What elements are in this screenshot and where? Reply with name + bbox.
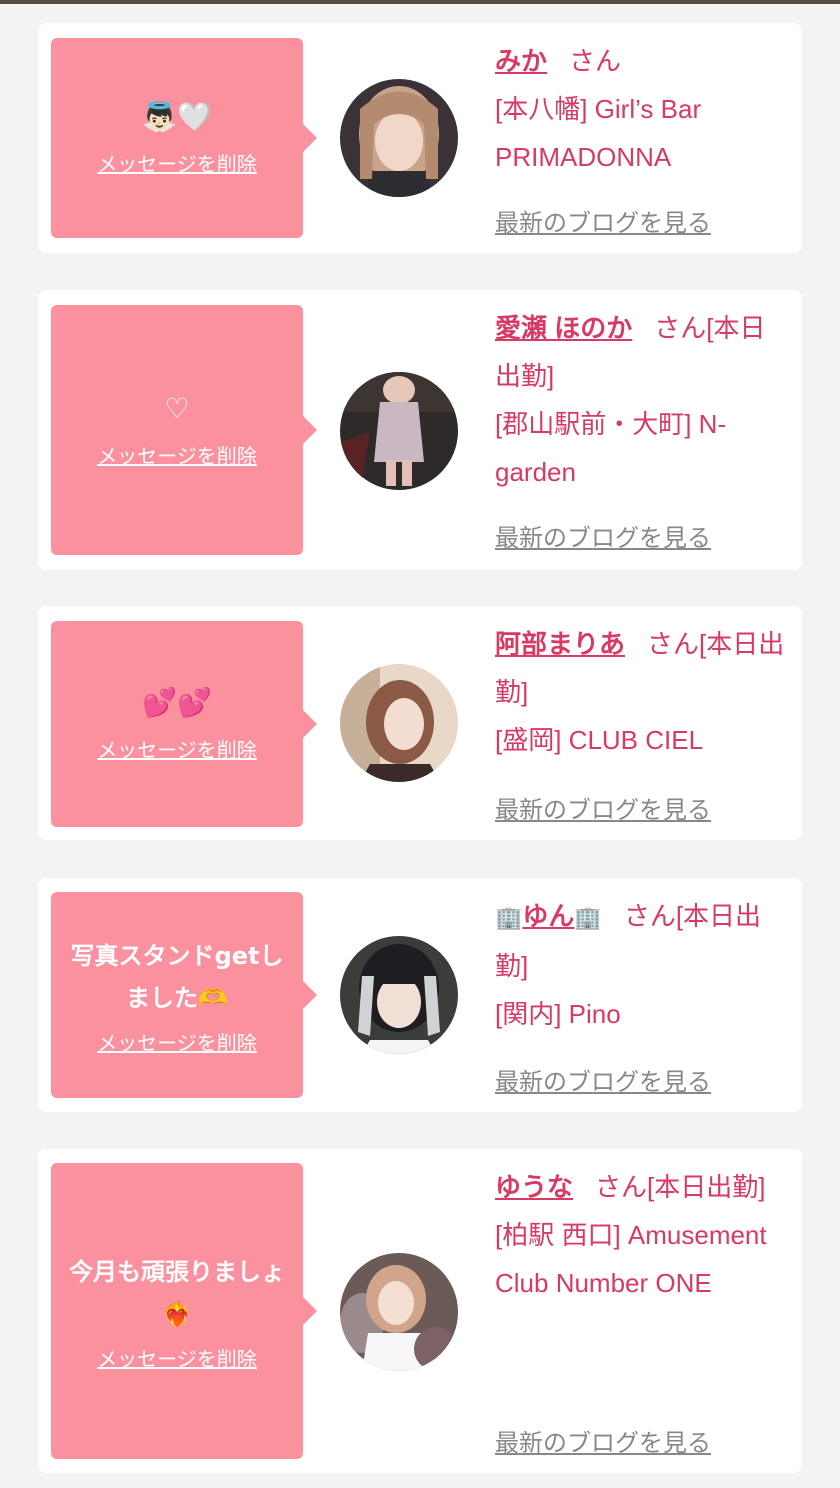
message-text: 今月も頑張りましょ❤️‍🔥: [69, 1257, 285, 1328]
shop-name: [本八幡] Girl’s Bar PRIMADONNA: [495, 94, 702, 172]
message-text: 写真スタンドgetしました🫶: [70, 941, 284, 1012]
building-icon: 🏢: [574, 905, 602, 930]
avatar[interactable]: [340, 936, 458, 1054]
top-divider: [0, 0, 840, 4]
cast-name-link[interactable]: 愛瀬 ほのか: [495, 313, 632, 343]
latest-blog-link[interactable]: 最新のブログを見る: [495, 1062, 711, 1097]
avatar[interactable]: [340, 664, 458, 782]
cast-name-link[interactable]: 阿部まりあ: [495, 629, 625, 659]
shop-name: [関内] Pino: [495, 999, 621, 1029]
message-text: 👼🏻🤍: [142, 99, 212, 133]
shop-name: [郡山駅前・大町] N-garden: [495, 409, 727, 487]
delete-message-link[interactable]: メッセージを削除: [97, 440, 257, 469]
latest-blog-link[interactable]: 最新のブログを見る: [495, 790, 711, 825]
avatar[interactable]: [340, 372, 458, 490]
delete-message-link[interactable]: メッセージを削除: [97, 148, 257, 177]
message-bubble: ♡ メッセージを削除: [51, 305, 317, 555]
delete-message-link[interactable]: メッセージを削除: [97, 1027, 257, 1056]
avatar[interactable]: [340, 1253, 458, 1371]
message-text: ♡: [164, 391, 190, 425]
cast-name-link[interactable]: ゆん: [522, 901, 574, 931]
message-card: 💕💕 メッセージを削除 阿部まりあ さん[本日出勤] [盛岡] CLUB CIEL…: [38, 606, 802, 840]
message-card: 今月も頑張りましょ❤️‍🔥 メッセージを削除 ゆうな さん[本日出勤] [柏駅 西…: [38, 1149, 802, 1473]
cast-name-link[interactable]: みか: [495, 46, 547, 76]
message-text: 💕💕: [142, 685, 212, 719]
latest-blog-link[interactable]: 最新のブログを見る: [495, 518, 711, 553]
cast-info: 🏢ゆん🏢 さん[本日出勤] [関内] Pino: [495, 892, 785, 1038]
cast-name-link[interactable]: ゆうな: [495, 1172, 573, 1202]
shop-name: [柏駅 西口] Amusement Club Number ONE: [495, 1220, 767, 1298]
honorific: さん[本日出勤]: [595, 1172, 766, 1202]
message-bubble: 写真スタンドgetしました🫶 メッセージを削除: [51, 892, 317, 1098]
cast-info: 阿部まりあ さん[本日出勤] [盛岡] CLUB CIEL: [495, 620, 785, 764]
delete-message-link[interactable]: メッセージを削除: [97, 734, 257, 763]
message-bubble: 👼🏻🤍 メッセージを削除: [51, 38, 317, 238]
honorific: さん: [569, 46, 622, 76]
message-bubble: 今月も頑張りましょ❤️‍🔥 メッセージを削除: [51, 1163, 317, 1459]
building-icon: 🏢: [495, 905, 523, 930]
latest-blog-link[interactable]: 最新のブログを見る: [495, 203, 711, 238]
latest-blog-link[interactable]: 最新のブログを見る: [495, 1423, 711, 1458]
avatar[interactable]: [340, 79, 458, 197]
cast-info: ゆうな さん[本日出勤] [柏駅 西口] Amusement Club Numbe…: [495, 1163, 785, 1307]
message-card: ♡ メッセージを削除 愛瀬 ほのか さん[本日出勤] [郡山駅前・大町] N-ga…: [38, 290, 802, 570]
cast-info: 愛瀬 ほのか さん[本日出勤] [郡山駅前・大町] N-garden: [495, 304, 785, 496]
shop-name: [盛岡] CLUB CIEL: [495, 725, 704, 755]
cast-info: みか さん [本八幡] Girl’s Bar PRIMADONNA: [495, 37, 785, 181]
message-card: 👼🏻🤍 メッセージを削除 みか さん [本八幡] Girl’s Bar PRIMA…: [38, 23, 802, 253]
message-card: 写真スタンドgetしました🫶 メッセージを削除 🏢ゆん🏢 さん[本日出勤] [関内…: [38, 878, 802, 1112]
message-bubble: 💕💕 メッセージを削除: [51, 621, 317, 827]
delete-message-link[interactable]: メッセージを削除: [97, 1343, 257, 1372]
